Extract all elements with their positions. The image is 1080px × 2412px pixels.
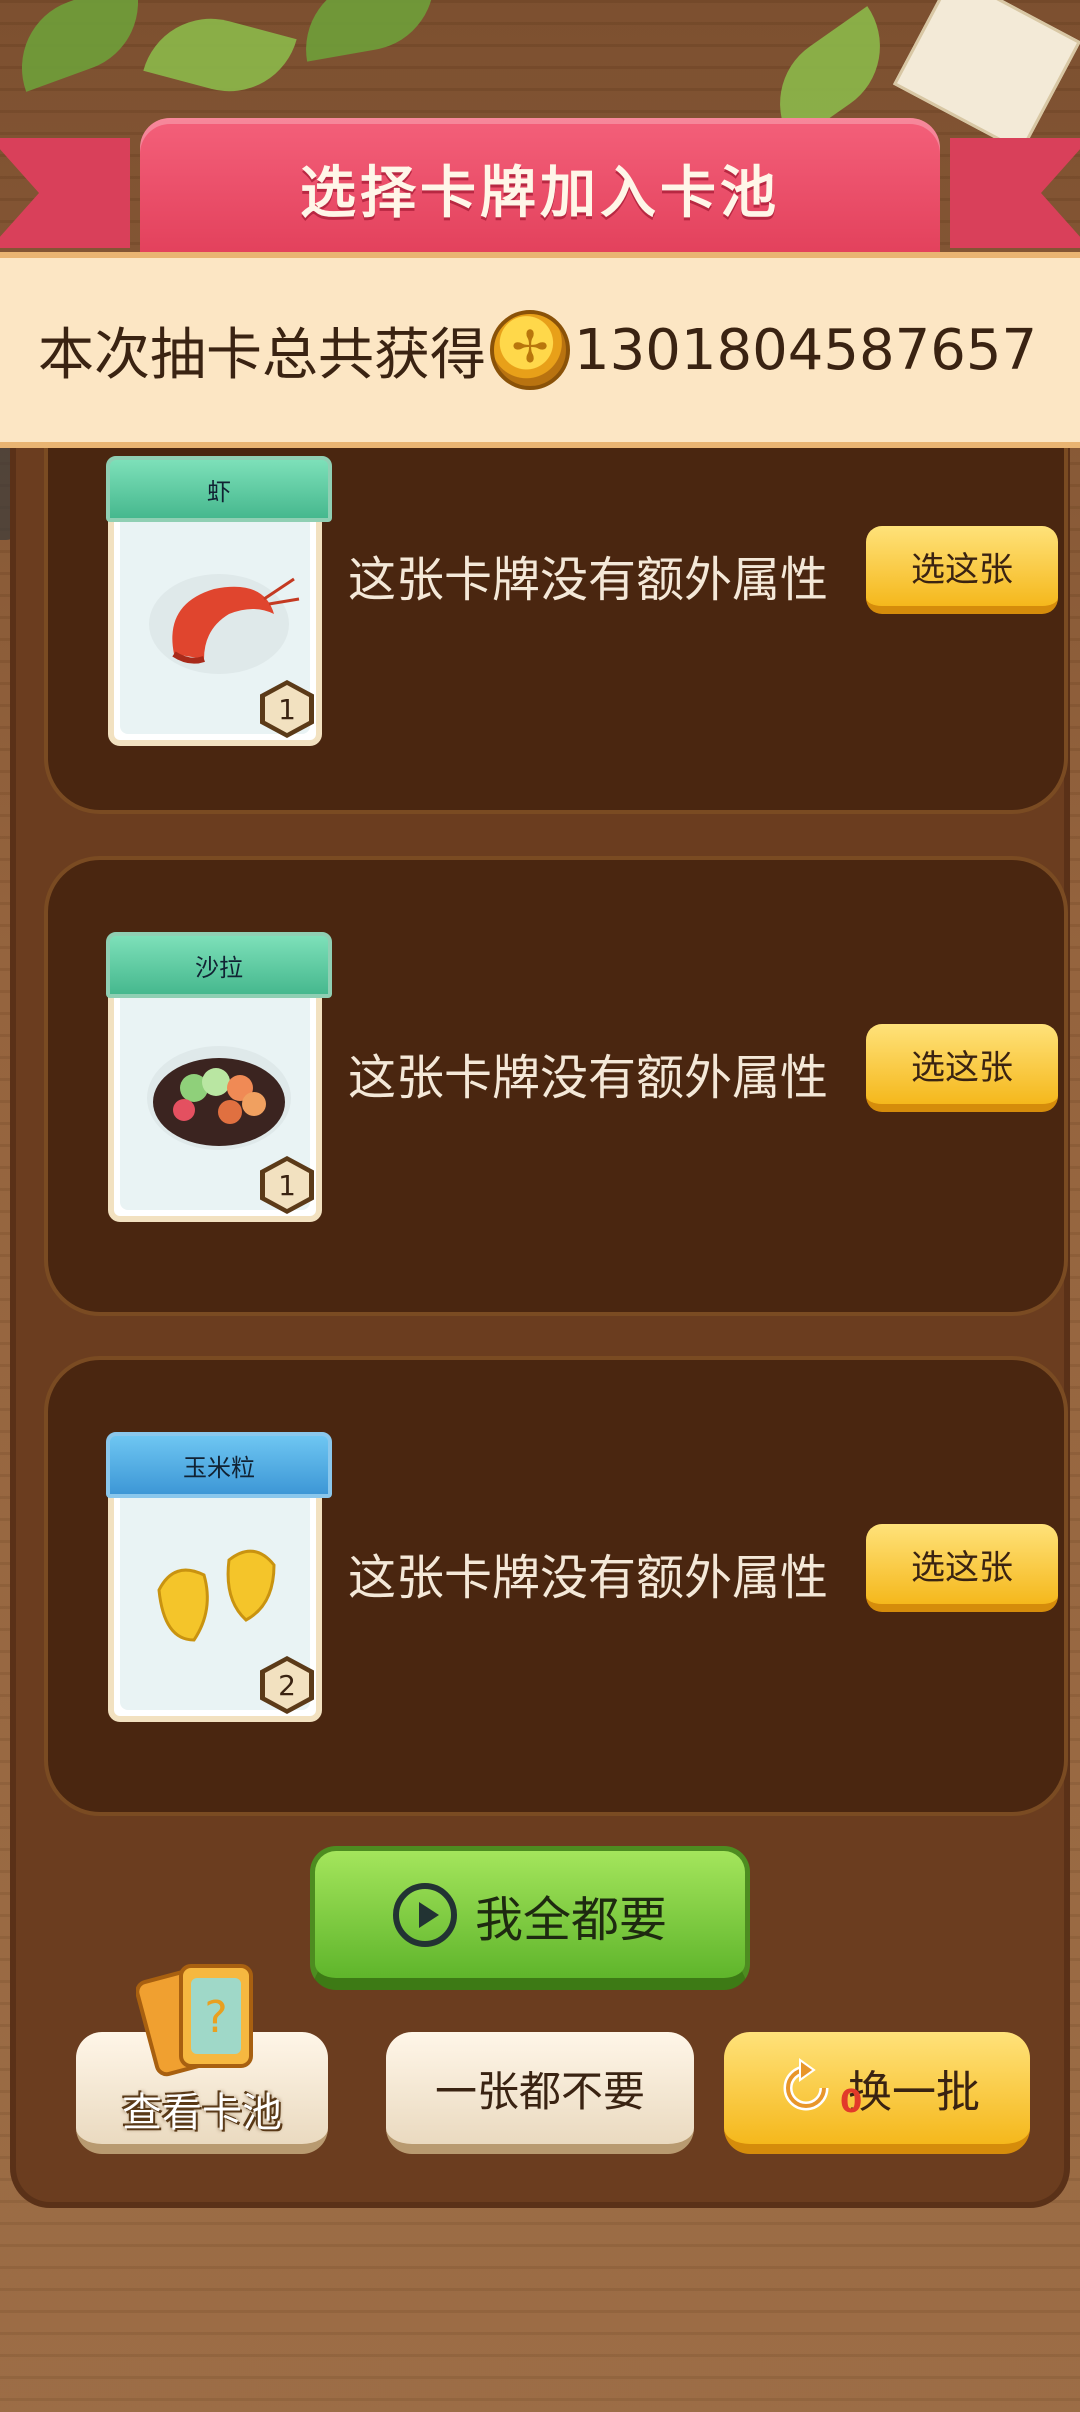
card-description: 这张卡牌没有额外属性 (348, 552, 829, 608)
salad-icon (147, 1046, 291, 1150)
card-stack-icon: ? (136, 1964, 253, 2077)
summary-label: 本次抽卡总共获得 (38, 322, 486, 388)
header-ribbon: 选择卡牌加入卡池 (140, 118, 940, 258)
card-shrimp[interactable]: 虾 1 (106, 456, 332, 746)
card-row: 玉米粒 2 这张卡牌没有额外属性 选这张 (44, 1356, 1068, 1816)
want-all-button[interactable]: 我全都要 (310, 1846, 750, 1990)
select-card-button[interactable]: 选这张 (866, 1024, 1058, 1112)
svg-text:?: ? (204, 1992, 227, 2043)
refresh-label: 换一批 (848, 2067, 980, 2118)
shrimp-icon (149, 574, 300, 674)
card-description: 这张卡牌没有额外属性 (348, 1050, 829, 1106)
draw-summary-bar: 本次抽卡总共获得 1301804587657 (0, 252, 1080, 448)
refresh-count: 0 (840, 2082, 863, 2120)
card-description: 这张卡牌没有额外属性 (348, 1550, 829, 1606)
card-salad[interactable]: 沙拉 1 (106, 932, 332, 1222)
card-corn[interactable]: 玉米粒 2 (106, 1432, 332, 1722)
play-video-icon (392, 1882, 457, 1947)
skip-all-button[interactable]: 一张都不要 (386, 2032, 694, 2154)
card-row: 虾 1 这张卡牌没有额外属性 选这张 (44, 440, 1068, 814)
view-pool-button[interactable]: ? 查看卡池 (76, 1964, 328, 2154)
page-title: 选择卡牌加入卡池 (300, 160, 780, 226)
select-card-button[interactable]: 选这张 (866, 1524, 1058, 1612)
corn-kernel-icon (157, 1549, 276, 1642)
card-name-tab: 虾 (106, 456, 332, 522)
select-card-button[interactable]: 选这张 (866, 526, 1058, 614)
summary-value: 1301804587657 (574, 317, 1038, 383)
card-row: 沙拉 1 这张卡牌没有额外属性 选这张 (44, 856, 1068, 1316)
refresh-icon: 0 (774, 2056, 862, 2120)
refresh-batch-button[interactable]: 0 换一批 (724, 2032, 1030, 2154)
want-all-label: 我全都要 (474, 1891, 667, 1948)
card-name-tab: 沙拉 (106, 932, 332, 998)
view-pool-label: 查看卡池 (122, 2090, 282, 2136)
gold-coin-icon (490, 310, 570, 390)
card-name-tab: 玉米粒 (106, 1432, 332, 1498)
